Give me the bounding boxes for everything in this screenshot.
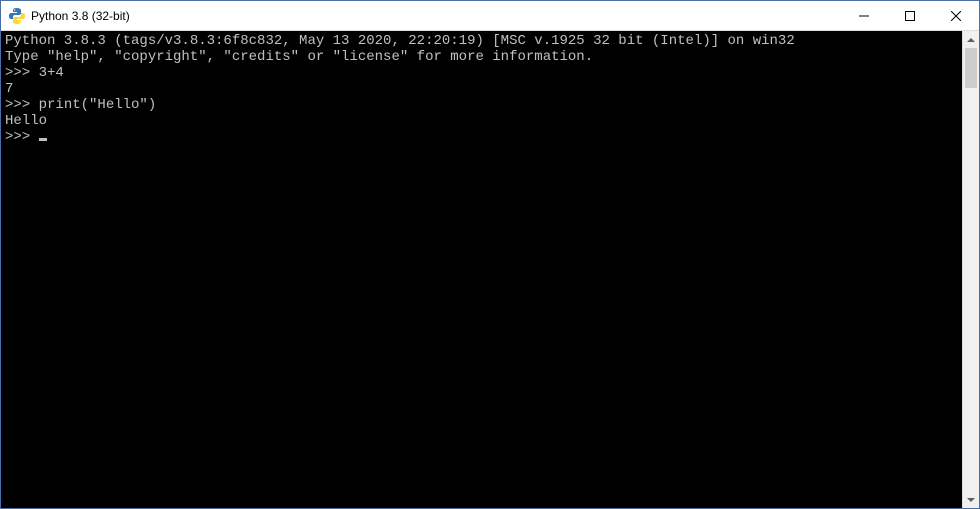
- repl-line: >>> 3+4: [5, 65, 958, 81]
- output-line: Hello: [5, 113, 958, 129]
- prompt: >>>: [5, 129, 39, 145]
- window-controls: [841, 1, 979, 30]
- banner-line: Type "help", "copyright", "credits" or "…: [5, 49, 958, 65]
- cursor-icon: [39, 138, 47, 141]
- prompt: >>>: [5, 97, 39, 113]
- prompt: >>>: [5, 65, 39, 81]
- titlebar[interactable]: Python 3.8 (32-bit): [1, 1, 979, 31]
- banner-line: Python 3.8.3 (tags/v3.8.3:6f8c832, May 1…: [5, 33, 958, 49]
- console-area: Python 3.8.3 (tags/v3.8.3:6f8c832, May 1…: [1, 31, 979, 508]
- user-input: 3+4: [39, 65, 64, 81]
- scroll-down-arrow-icon[interactable]: [963, 491, 979, 508]
- close-button[interactable]: [933, 1, 979, 30]
- maximize-button[interactable]: [887, 1, 933, 30]
- repl-line: >>>: [5, 129, 958, 145]
- scroll-track[interactable]: [963, 48, 979, 491]
- python-icon: [9, 8, 25, 24]
- window-title: Python 3.8 (32-bit): [31, 9, 841, 23]
- minimize-button[interactable]: [841, 1, 887, 30]
- console-content[interactable]: Python 3.8.3 (tags/v3.8.3:6f8c832, May 1…: [1, 31, 962, 508]
- scroll-up-arrow-icon[interactable]: [963, 31, 979, 48]
- application-window: Python 3.8 (32-bit) Python 3.8.3 (tags/v…: [0, 0, 980, 509]
- vertical-scrollbar[interactable]: [962, 31, 979, 508]
- output-line: 7: [5, 81, 958, 97]
- user-input: print("Hello"): [39, 97, 157, 113]
- scroll-thumb[interactable]: [965, 48, 977, 88]
- repl-line: >>> print("Hello"): [5, 97, 958, 113]
